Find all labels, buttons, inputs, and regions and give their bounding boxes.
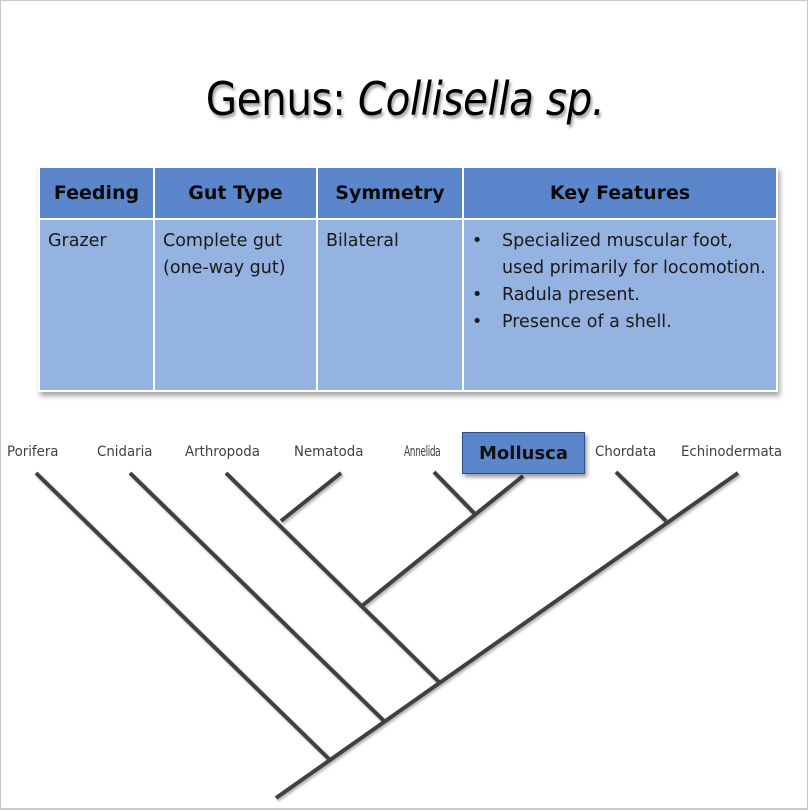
cladogram [34,470,740,800]
branch-arthropoda [224,471,442,685]
branch-echinodermata-trunk [274,471,740,800]
branch-chordata [614,470,668,523]
taxon-label-echinodermata: Echinodermata [681,444,783,460]
branch-nematoda [279,471,343,523]
branch-annelida [432,470,477,516]
branch-mollusca [361,474,525,607]
taxon-label-arthropoda: Arthropoda [185,444,260,460]
branch-cnidaria [128,471,386,723]
taxon-label-chordata: Chordata [595,444,657,460]
taxon-label-nematoda: Nematoda [294,444,364,460]
taxon-label-annelida: Annelida [404,444,441,460]
taxon-label-cnidaria: Cnidaria [97,444,153,460]
taxon-label-mollusca-highlighted: Mollusca [462,432,585,474]
taxon-label-porifera: Porifera [7,444,59,460]
